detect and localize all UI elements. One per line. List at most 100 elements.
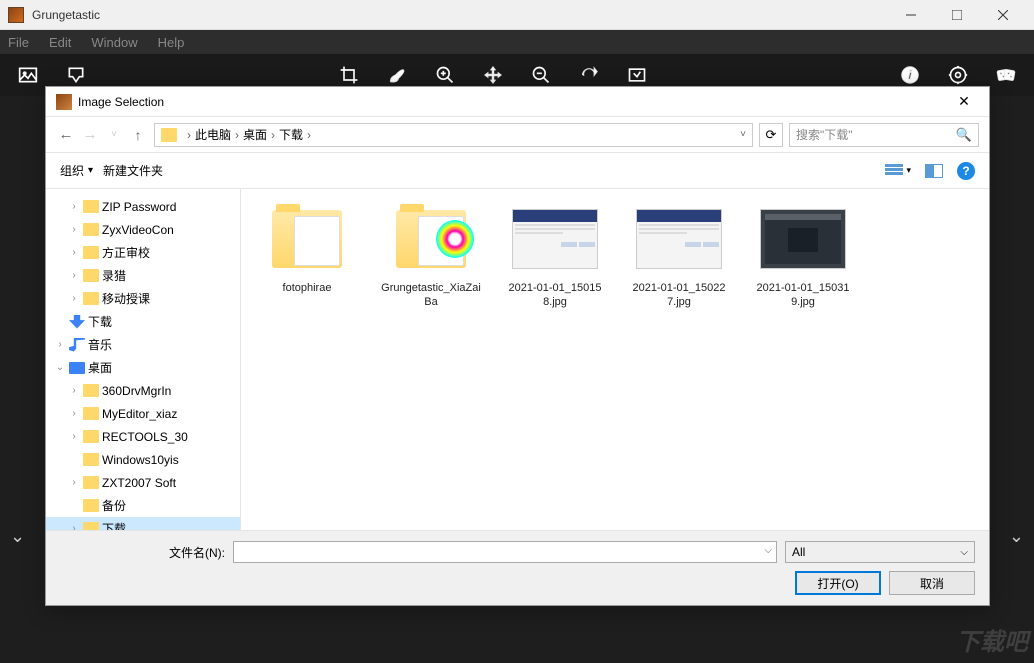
folder-icon xyxy=(83,223,99,236)
app-titlebar: Grungetastic xyxy=(0,0,1034,30)
tree-chevron-icon[interactable]: ⌄ xyxy=(54,362,66,373)
tree-chevron-icon[interactable]: › xyxy=(68,293,80,304)
tree-label: 下载 xyxy=(102,520,126,530)
tree-chevron-icon[interactable]: › xyxy=(68,477,80,488)
folder-icon xyxy=(83,430,99,443)
tree-item[interactable]: ›录猎 xyxy=(46,264,240,287)
tree-chevron-icon[interactable]: › xyxy=(68,385,80,396)
folder-icon xyxy=(83,499,99,512)
close-button[interactable] xyxy=(980,0,1026,30)
folder-icon xyxy=(83,246,99,259)
tree-item[interactable]: ⌄桌面 xyxy=(46,356,240,379)
tree-chevron-icon[interactable]: › xyxy=(68,431,80,442)
new-folder-button[interactable]: 新建文件夹 xyxy=(103,162,163,179)
file-item[interactable]: 2021-01-01_150319.jpg xyxy=(749,201,857,309)
file-open-dialog: Image Selection ✕ ← → ˅ ↑ › 此电脑 › 桌面 › 下… xyxy=(45,86,990,606)
zoom-out-icon[interactable] xyxy=(529,63,553,87)
nav-back-button[interactable]: ← xyxy=(56,126,76,143)
tree-item[interactable]: ›方正审校 xyxy=(46,241,240,264)
open-image-icon[interactable] xyxy=(16,63,40,87)
filetype-select[interactable]: All ⌵ xyxy=(785,541,975,563)
menu-edit[interactable]: Edit xyxy=(49,35,71,50)
menu-window[interactable]: Window xyxy=(91,35,137,50)
tree-label: 音乐 xyxy=(88,336,112,353)
file-item[interactable]: 2021-01-01_150227.jpg xyxy=(625,201,733,309)
tree-chevron-icon[interactable]: › xyxy=(68,270,80,281)
preview-pane-button[interactable] xyxy=(925,164,943,178)
open-button[interactable]: 打开(O) xyxy=(795,571,881,595)
chevron-down-icon: ▾ xyxy=(88,165,93,176)
settings-icon[interactable] xyxy=(946,63,970,87)
nav-arrows: ← → ˅ ↑ xyxy=(56,126,148,143)
dialog-title: Image Selection xyxy=(78,95,949,109)
dice-icon[interactable] xyxy=(994,63,1018,87)
zoom-in-icon[interactable] xyxy=(433,63,457,87)
file-item[interactable]: 2021-01-01_150158.jpg xyxy=(501,201,609,309)
dialog-toolbar: 组织 ▾ 新建文件夹 ▾ ? xyxy=(46,153,989,189)
tree-chevron-icon[interactable]: › xyxy=(68,523,80,530)
move-icon[interactable] xyxy=(481,63,505,87)
file-label: 2021-01-01_150227.jpg xyxy=(629,281,729,309)
file-item[interactable]: Grungetastic_XiaZaiBa xyxy=(377,201,485,309)
tree-item[interactable]: ›360DrvMgrIn xyxy=(46,379,240,402)
organize-button[interactable]: 组织 ▾ xyxy=(60,162,93,179)
fit-icon[interactable] xyxy=(625,63,649,87)
refresh-button[interactable]: ⟳ xyxy=(759,123,783,147)
dialog-titlebar: Image Selection ✕ xyxy=(46,87,989,117)
tree-item[interactable]: ›ZIP Password xyxy=(46,195,240,218)
tree-item[interactable]: › 下载 xyxy=(46,517,240,530)
breadcrumb-item[interactable]: 桌面 xyxy=(243,126,267,143)
search-input[interactable]: 搜索"下载" 🔍 xyxy=(789,123,979,147)
nav-forward-button[interactable]: → xyxy=(80,126,100,143)
tree-chevron-icon[interactable]: › xyxy=(68,408,80,419)
address-bar[interactable]: › 此电脑 › 桌面 › 下载 › ˅ xyxy=(154,123,753,147)
list-view-icon xyxy=(885,164,903,178)
tree-label: 备份 xyxy=(102,497,126,514)
tree-item[interactable]: ›ZXT2007 Soft xyxy=(46,471,240,494)
minimize-button[interactable] xyxy=(888,0,934,30)
breadcrumb-item[interactable]: 下载 xyxy=(279,126,303,143)
tree-label: 下载 xyxy=(88,313,112,330)
file-grid[interactable]: fotophiraeGrungetastic_XiaZaiBa2021-01-0… xyxy=(241,189,989,530)
prev-chevron-icon[interactable]: ⌄ xyxy=(10,526,25,547)
info-icon[interactable]: i xyxy=(898,63,922,87)
view-mode-button[interactable]: ▾ xyxy=(885,164,911,178)
menu-help[interactable]: Help xyxy=(158,35,185,50)
nav-up-button[interactable]: ↑ xyxy=(128,127,148,143)
file-label: 2021-01-01_150319.jpg xyxy=(753,281,853,309)
menu-file[interactable]: File xyxy=(8,35,29,50)
tree-item[interactable]: Windows10yis xyxy=(46,448,240,471)
tree-chevron-icon[interactable]: › xyxy=(68,247,80,258)
tree-chevron-icon[interactable]: › xyxy=(68,224,80,235)
folder-icon xyxy=(272,210,342,268)
save-icon[interactable] xyxy=(64,63,88,87)
nav-recent-dropdown[interactable]: ˅ xyxy=(104,129,124,140)
folder-tree[interactable]: ›ZIP Password›ZyxVideoCon›方正审校›录猎›移动授课下载… xyxy=(46,189,241,530)
file-item[interactable]: fotophirae xyxy=(253,201,361,309)
filename-row: 文件名(N): ⌵ All ⌵ xyxy=(60,541,975,563)
tree-item[interactable]: ›移动授课 xyxy=(46,287,240,310)
tree-chevron-icon[interactable]: › xyxy=(68,201,80,212)
tree-item[interactable]: 下载 xyxy=(46,310,240,333)
address-dropdown-icon[interactable]: ˅ xyxy=(740,129,746,140)
crop-icon[interactable] xyxy=(337,63,361,87)
next-chevron-icon[interactable]: ⌄ xyxy=(1009,526,1024,547)
cancel-button[interactable]: 取消 xyxy=(889,571,975,595)
tree-item[interactable]: › 音乐 xyxy=(46,333,240,356)
dialog-close-button[interactable]: ✕ xyxy=(949,93,979,110)
app-icon xyxy=(8,7,24,23)
tree-item[interactable]: ›RECTOOLS_30 xyxy=(46,425,240,448)
brush-icon[interactable] xyxy=(385,63,409,87)
redo-icon[interactable] xyxy=(577,63,601,87)
tree-label: Windows10yis xyxy=(102,453,179,467)
breadcrumb-item[interactable]: 此电脑 xyxy=(195,126,231,143)
chevron-down-icon[interactable]: ⌵ xyxy=(764,545,772,556)
filename-input[interactable]: ⌵ xyxy=(233,541,777,563)
tree-chevron-icon[interactable]: › xyxy=(54,339,66,350)
tree-item[interactable]: ›ZyxVideoCon xyxy=(46,218,240,241)
help-icon[interactable]: ? xyxy=(957,162,975,180)
dialog-icon xyxy=(56,94,72,110)
tree-item[interactable]: ›MyEditor_xiaz xyxy=(46,402,240,425)
maximize-button[interactable] xyxy=(934,0,980,30)
tree-item[interactable]: 备份 xyxy=(46,494,240,517)
